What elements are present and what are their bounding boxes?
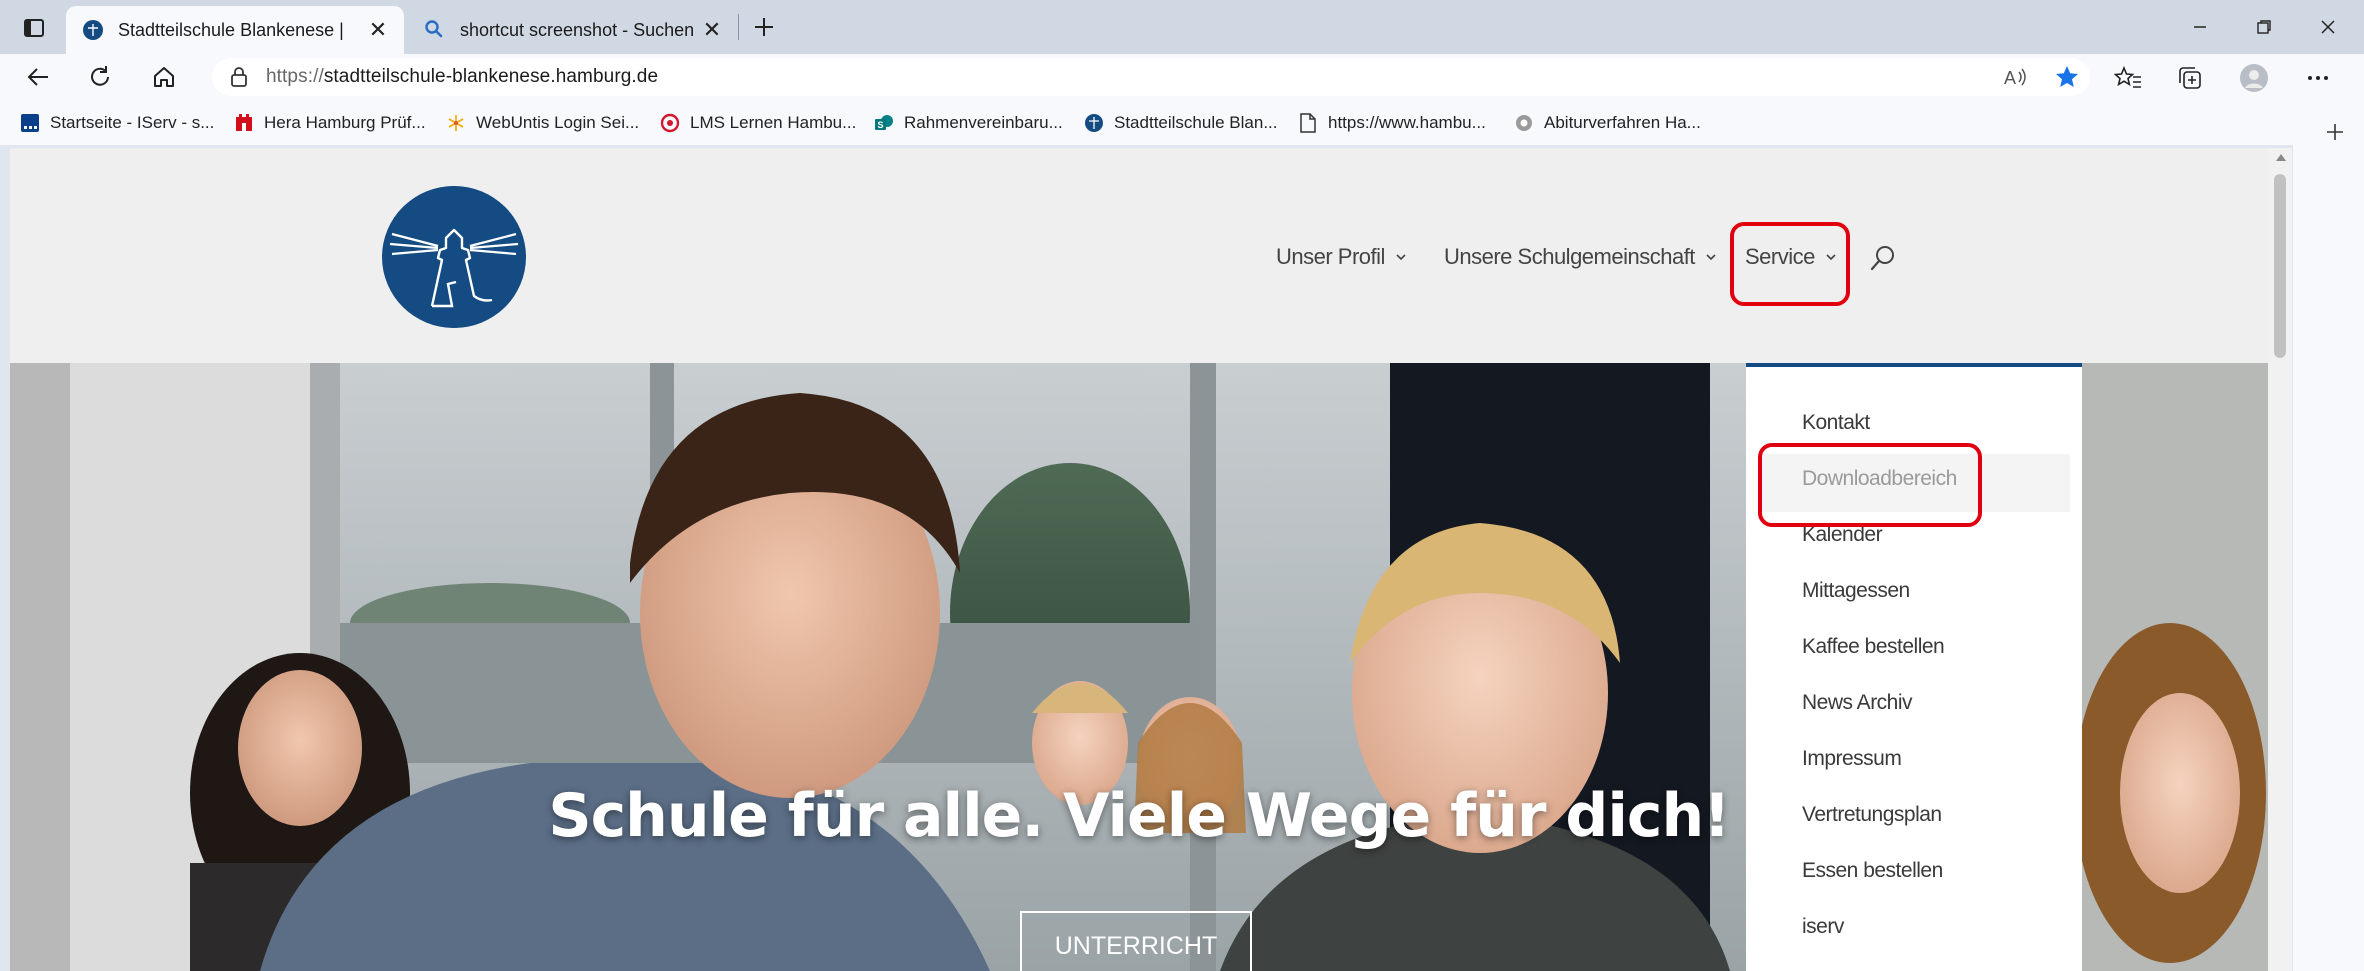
iserv-icon xyxy=(20,113,40,133)
hamburg-flag-icon xyxy=(234,113,254,133)
school-logo-icon xyxy=(1084,113,1104,133)
tab-title: shortcut screenshot - Suchen xyxy=(460,19,695,40)
bookmark-hamburg-url[interactable]: https://www.hambu... xyxy=(1298,110,1486,136)
dropdown-item-news-archiv[interactable]: News Archiv xyxy=(1802,683,1913,723)
menu-label: Unsere Schulgemeinschaft xyxy=(1444,244,1695,269)
close-tab-icon[interactable]: ✕ xyxy=(364,16,392,44)
dropdown-item-essen-bestellen[interactable]: Essen bestellen xyxy=(1802,851,1943,891)
page-scrollbar[interactable] xyxy=(2268,148,2292,971)
close-tab-icon[interactable]: ✕ xyxy=(698,16,726,44)
chevron-down-icon xyxy=(1396,254,1406,261)
dropdown-item-iserv[interactable]: iserv xyxy=(1802,907,1844,947)
school-logo-icon xyxy=(82,19,104,41)
bookmark-hera[interactable]: Hera Hamburg Prüf... xyxy=(234,110,426,136)
lock-icon[interactable] xyxy=(228,66,250,88)
tab-separator xyxy=(738,14,739,40)
page-icon xyxy=(1298,113,1318,133)
bookmark-stadtteilschule[interactable]: Stadtteilschule Blan... xyxy=(1084,110,1277,136)
dropdown-item-vertretungsplan[interactable]: Vertretungsplan xyxy=(1802,795,1942,835)
svg-text:A: A xyxy=(2004,68,2016,88)
tab-actions-icon[interactable] xyxy=(14,13,54,43)
webuntis-icon xyxy=(446,113,466,133)
sharepoint-icon: S xyxy=(874,113,894,133)
close-window-icon[interactable] xyxy=(2308,10,2348,44)
profile-avatar-icon[interactable] xyxy=(2236,62,2272,94)
more-menu-icon[interactable] xyxy=(2300,62,2336,94)
bookmark-label: LMS Lernen Hambu... xyxy=(690,113,857,132)
new-tab-icon[interactable] xyxy=(748,11,780,43)
add-sidebar-icon[interactable] xyxy=(2321,118,2349,146)
read-aloud-icon[interactable]: A xyxy=(2002,62,2032,92)
circle-icon xyxy=(1514,113,1534,133)
menu-unsere-schulgemeinschaft[interactable]: Unsere Schulgemeinschaft xyxy=(1444,241,1717,273)
bookmark-label: Startseite - IServ - s... xyxy=(50,113,215,132)
favorites-icon[interactable] xyxy=(2110,62,2146,94)
url-text: https://stadtteilschule-blankenese.hambu… xyxy=(266,66,659,87)
svg-text:S: S xyxy=(878,120,884,130)
tab-search[interactable]: shortcut screenshot - Suchen ✕ xyxy=(408,6,738,54)
refresh-icon[interactable] xyxy=(82,60,118,94)
browser-toolbar: https://stadtteilschule-blankenese.hambu… xyxy=(0,54,2364,100)
bookmark-label: https://www.hambu... xyxy=(1328,113,1486,132)
scrollbar-thumb[interactable] xyxy=(2274,174,2286,358)
home-icon[interactable] xyxy=(146,60,182,94)
menu-unser-profil[interactable]: Unser Profil xyxy=(1276,241,1407,273)
bookmark-webuntis[interactable]: WebUntis Login Sei... xyxy=(446,110,639,136)
bookmark-lms[interactable]: LMS Lernen Hambu... xyxy=(660,110,856,136)
service-highlight-box xyxy=(1730,222,1850,306)
favorite-star-icon[interactable] xyxy=(2052,62,2082,92)
restore-icon[interactable] xyxy=(2244,10,2284,44)
back-icon[interactable] xyxy=(20,60,56,94)
lms-icon xyxy=(660,113,680,133)
dropdown-item-kaffee-bestellen[interactable]: Kaffee bestellen xyxy=(1802,627,1945,667)
tab-title: Stadtteilschule Blankenese | xyxy=(118,19,344,40)
tab-strip: Stadtteilschule Blankenese | ✕ shortcut … xyxy=(0,0,2364,54)
tab-stadtteilschule[interactable]: Stadtteilschule Blankenese | ✕ xyxy=(66,6,404,54)
side-panel xyxy=(2293,104,2364,971)
menu-label: Unser Profil xyxy=(1276,244,1385,269)
bookmark-abitur[interactable]: Abiturverfahren Ha... xyxy=(1514,110,1701,136)
bookmark-iserv[interactable]: Startseite - IServ - s... xyxy=(20,110,214,136)
address-bar[interactable]: https://stadtteilschule-blankenese.hambu… xyxy=(212,58,2090,96)
bookmarks-bar: Startseite - IServ - s... Hera Hamburg P… xyxy=(0,100,2364,146)
hero-unterricht-button[interactable]: UNTERRICHT xyxy=(1020,911,1252,971)
minimize-icon[interactable] xyxy=(2180,10,2220,44)
dropdown-item-impressum[interactable]: Impressum xyxy=(1802,739,1902,779)
school-logo[interactable] xyxy=(382,186,526,328)
bookmark-label: Rahmenvereinbaru... xyxy=(904,113,1063,132)
search-icon xyxy=(424,19,446,41)
bookmark-rahmen[interactable]: S Rahmenvereinbaru... xyxy=(874,110,1063,136)
bookmark-label: Hera Hamburg Prüf... xyxy=(264,113,426,132)
site-search-icon[interactable] xyxy=(1866,241,1900,275)
bookmark-label: WebUntis Login Sei... xyxy=(476,113,640,132)
downloadbereich-highlight-box xyxy=(1758,443,1982,527)
bookmark-label: Stadtteilschule Blan... xyxy=(1114,113,1278,132)
bookmark-label: Abiturverfahren Ha... xyxy=(1544,113,1701,132)
dropdown-item-mittagessen[interactable]: Mittagessen xyxy=(1802,571,1910,611)
collections-icon[interactable] xyxy=(2172,62,2208,94)
chevron-down-icon xyxy=(1706,254,1716,261)
page-viewport: Unser Profil Unsere Schulgemeinschaft Se… xyxy=(10,148,2268,971)
dropdown-item-kontakt[interactable]: Kontakt xyxy=(1802,403,1870,443)
site-header: Unser Profil Unsere Schulgemeinschaft Se… xyxy=(10,148,2268,363)
scroll-up-arrow-icon[interactable] xyxy=(2276,154,2286,161)
